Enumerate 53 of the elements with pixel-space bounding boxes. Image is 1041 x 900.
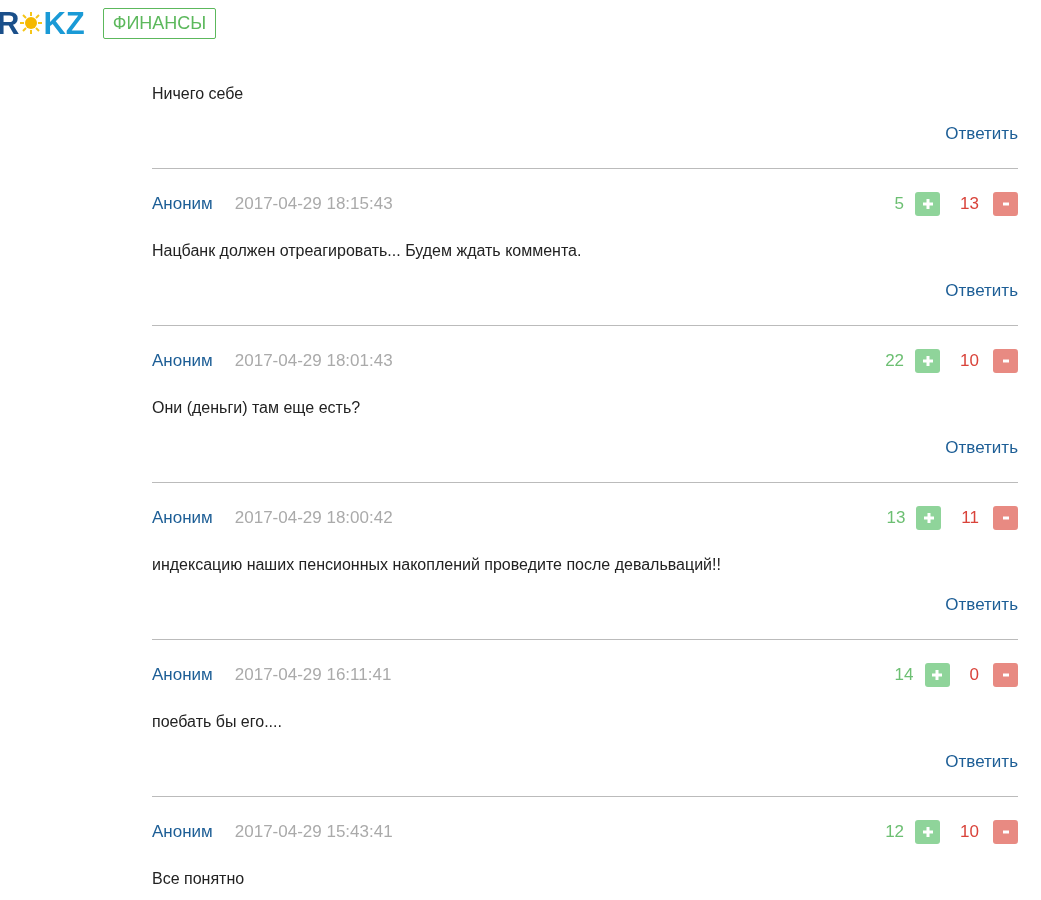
comment-author[interactable]: Аноним	[152, 194, 213, 214]
logo-letters: KZ	[43, 7, 85, 39]
minus-icon	[1000, 516, 1011, 520]
upvote-button[interactable]	[915, 820, 941, 844]
reply-link[interactable]: Ответить	[945, 281, 1018, 301]
comment-text: Все понятно	[152, 869, 246, 889]
comment-time: 2017-04-29 18:00:42	[234, 508, 393, 528]
downvote-button[interactable]	[993, 506, 1018, 530]
reply-link[interactable]: Ответить	[945, 124, 1018, 144]
downvote-button[interactable]	[993, 192, 1018, 216]
dislike-count: 11	[961, 508, 979, 528]
dislike-count: 10	[960, 822, 979, 842]
comment-author[interactable]: Аноним	[152, 665, 213, 685]
dislike-count: 10	[960, 351, 979, 371]
comment-author[interactable]: Аноним	[152, 508, 213, 528]
comment-time: 2017-04-29 18:01:43	[234, 351, 393, 371]
like-count: 5	[894, 194, 905, 214]
comment-time: 2017-04-29 15:43:41	[234, 822, 393, 842]
comment-time: 2017-04-29 16:11:41	[234, 665, 392, 685]
like-count: 12	[885, 822, 905, 842]
minus-icon	[1000, 673, 1011, 677]
minus-icon	[1000, 830, 1011, 834]
upvote-button[interactable]	[916, 506, 942, 530]
downvote-button[interactable]	[993, 349, 1018, 373]
minus-icon	[1000, 202, 1011, 206]
plus-icon	[931, 669, 944, 681]
upvote-button[interactable]	[915, 192, 941, 216]
sun-icon	[20, 12, 43, 34]
downvote-button[interactable]	[993, 663, 1018, 687]
like-count: 14	[894, 665, 914, 685]
like-count: 22	[885, 351, 905, 371]
comment-text: Ничего себе	[152, 84, 245, 104]
comment-text: индексацию наших пенсионных накоплений проведите после девальваций!!	[152, 555, 722, 575]
plus-icon	[921, 826, 934, 838]
comment-text: Они (деньги) там еще есть?	[152, 398, 362, 418]
plus-icon	[922, 512, 935, 524]
minus-icon	[1000, 359, 1011, 363]
comment-text: Нацбанк должен отреагировать... Будем ждать коммента.	[152, 241, 583, 261]
reply-link[interactable]: Ответить	[945, 595, 1018, 615]
plus-icon	[921, 355, 934, 367]
upvote-button[interactable]	[915, 349, 941, 373]
like-count: 13	[886, 508, 906, 528]
comment-author[interactable]: Аноним	[152, 822, 213, 842]
downvote-button[interactable]	[993, 820, 1018, 844]
upvote-button[interactable]	[924, 663, 950, 687]
reply-link[interactable]: Ответить	[945, 438, 1018, 458]
plus-icon	[921, 198, 934, 210]
comment-author[interactable]: Аноним	[152, 351, 213, 371]
reply-link[interactable]: Ответить	[945, 752, 1018, 772]
comment-text: поебать бы его....	[152, 712, 283, 732]
dislike-count: 13	[960, 194, 979, 214]
comment-time: 2017-04-29 18:15:43	[234, 194, 393, 214]
dislike-count: 0	[969, 665, 979, 685]
